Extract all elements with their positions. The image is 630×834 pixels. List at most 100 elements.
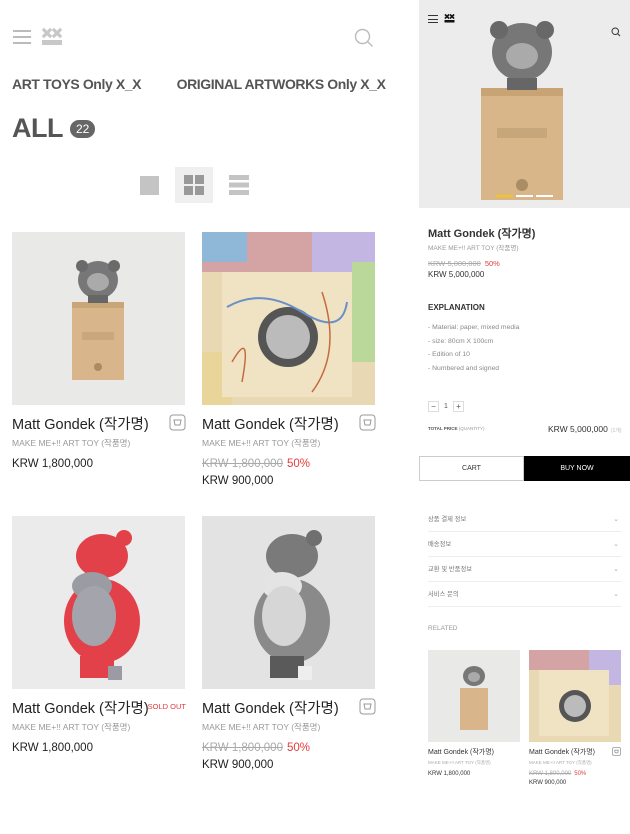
- product-name[interactable]: Matt Gondek (작가명): [202, 413, 339, 434]
- chevron-down-icon: ⌄: [613, 591, 619, 598]
- category-tab-original-artworks[interactable]: ORIGINAL ARTWORKS Only X_X: [177, 76, 386, 92]
- view-list-button[interactable]: [220, 167, 258, 203]
- accordion-label: 서비스 문의: [428, 591, 459, 598]
- quantity-increase-button[interactable]: +: [453, 401, 464, 412]
- product-subtitle: MAKE ME+!! ART TOY (작품명): [12, 438, 131, 448]
- page-title: ALL: [12, 113, 63, 143]
- original-price: KRW 1,800,000: [202, 742, 283, 754]
- related-product-card[interactable]: Matt Gondek (작가명) MAKE ME+!! ART TOY (작품…: [428, 650, 520, 777]
- art-toy-box-image: [419, 0, 630, 208]
- cart-icon[interactable]: [359, 414, 376, 431]
- related-original-price: KRW 1,800,000: [529, 771, 572, 777]
- sale-price: KRW 900,000: [202, 475, 274, 487]
- related-product-name[interactable]: Matt Gondek (작가명): [428, 747, 494, 757]
- accordion-label: 배송정보: [428, 541, 452, 548]
- buy-now-button[interactable]: BUY NOW: [524, 456, 630, 481]
- accordion-exchange-return[interactable]: 교환 및 반품정보 ⌄: [428, 558, 621, 582]
- product-subtitle: MAKE ME+!! ART TOY (작품명): [202, 722, 321, 732]
- chevron-down-icon: ⌄: [613, 516, 619, 523]
- explanation-heading: EXPLANATION: [428, 303, 485, 312]
- slide-dot[interactable]: [496, 195, 513, 197]
- product-hero-image[interactable]: [419, 0, 630, 208]
- grid-view-icon: [184, 175, 204, 195]
- detail-line: - size: 80cm X 100cm: [428, 337, 494, 345]
- cart-icon[interactable]: [612, 747, 621, 756]
- category-tab-art-toys[interactable]: ART TOYS Only X_X: [12, 76, 141, 92]
- product-subtitle: MAKE ME+!! ART TOY (작품명): [12, 722, 131, 732]
- slide-dot[interactable]: [516, 195, 533, 197]
- total-price-value: KRW 5,000,000: [548, 424, 608, 434]
- chevron-down-icon: ⌄: [613, 541, 619, 548]
- cart-icon[interactable]: [359, 698, 376, 715]
- detail-discount-rate: 50%: [484, 259, 500, 268]
- related-product-subtitle: MAKE ME+!! ART TOY (작품명): [529, 760, 592, 765]
- brand-logo[interactable]: [444, 13, 455, 24]
- detail-sale-price: KRW 5,000,000: [428, 270, 485, 279]
- category-nav: ART TOYS Only X_X ORIGINAL ARTWORKS Only…: [12, 76, 395, 92]
- product-name[interactable]: Matt Gondek (작가명): [12, 697, 149, 718]
- product-card[interactable]: Matt Gondek (작가명) MAKE ME+!! ART TOY (작품…: [202, 516, 376, 771]
- quantity-decrease-button[interactable]: −: [428, 401, 439, 412]
- original-price: KRW 1,800,000: [202, 458, 283, 470]
- product-detail-view: Matt Gondek (작가명) MAKE ME+!! ART TOY (작품…: [419, 0, 630, 834]
- related-discount-rate: 50%: [574, 771, 587, 777]
- product-name[interactable]: Matt Gondek (작가명): [202, 697, 339, 718]
- menu-icon[interactable]: [13, 30, 31, 44]
- slide-dot[interactable]: [536, 195, 553, 197]
- accordion-label: 상품 결제 정보: [428, 516, 467, 523]
- search-icon[interactable]: [354, 28, 374, 48]
- brand-logo[interactable]: [41, 27, 63, 47]
- slide-indicator[interactable]: [496, 195, 553, 197]
- total-price: KRW 5,000,000 (1개): [548, 424, 622, 434]
- detail-line: - Numbered and signed: [428, 365, 500, 373]
- cart-icon[interactable]: [169, 414, 186, 431]
- related-product-card[interactable]: Matt Gondek (작가명) MAKE ME+!! ART TOY (작품…: [529, 650, 621, 786]
- list-view-icon: [229, 175, 249, 195]
- discount-rate: 50%: [286, 742, 311, 754]
- related-product-image[interactable]: [428, 650, 520, 742]
- product-image-art-toy-box[interactable]: [12, 232, 185, 405]
- add-to-cart-button[interactable]: CART: [419, 456, 524, 481]
- product-image-grey-panther-toy[interactable]: [202, 516, 375, 689]
- view-single-button[interactable]: [130, 167, 168, 203]
- discount-rate: 50%: [286, 458, 311, 470]
- chevron-down-icon: ⌄: [613, 566, 619, 573]
- product-price: KRW 1,800,000: [12, 458, 93, 470]
- related-product-image[interactable]: [529, 650, 621, 742]
- product-card[interactable]: Matt Gondek (작가명) SOLD OUT MAKE ME+!! AR…: [12, 516, 186, 754]
- product-name[interactable]: Matt Gondek (작가명): [12, 413, 149, 434]
- accordion-shipping-info[interactable]: 배송정보 ⌄: [428, 533, 621, 557]
- accordion-service-inquiry[interactable]: 서비스 문의 ⌄: [428, 583, 621, 607]
- detail-original-price: KRW 5,000,000: [428, 259, 481, 268]
- detail-line: - Material: paper, mixed media: [428, 324, 520, 331]
- sold-out-badge: SOLD OUT: [147, 702, 186, 711]
- accordion-payment-info[interactable]: 상품 결제 정보 ⌄: [428, 508, 621, 532]
- product-subtitle: MAKE ME+!! ART TOY (작품명): [202, 438, 321, 448]
- explanation-details: - Material: paper, mixed media - size: 8…: [428, 321, 519, 376]
- item-count-badge: 22: [69, 119, 96, 138]
- product-card[interactable]: Matt Gondek (작가명) MAKE ME+!! ART TOY (작품…: [12, 232, 186, 470]
- total-price-label: TOTAL PRICE (QUANTITY): [428, 426, 485, 431]
- accordion-label: 교환 및 반품정보: [428, 566, 473, 573]
- related-sale-price: KRW 900,000: [529, 780, 567, 786]
- related-product-price: KRW 1,800,000: [428, 771, 471, 777]
- detail-product-subtitle: MAKE ME+!! ART TOY (작품명): [428, 245, 519, 252]
- total-price-label-text: TOTAL PRICE: [428, 426, 458, 431]
- quantity-value[interactable]: 1: [439, 403, 453, 410]
- menu-icon[interactable]: [428, 15, 438, 23]
- product-card[interactable]: Matt Gondek (작가명) MAKE ME+!! ART TOY (작품…: [202, 232, 376, 487]
- related-product-subtitle: MAKE ME+!! ART TOY (작품명): [428, 760, 491, 765]
- product-image-artwork-collage[interactable]: [202, 232, 375, 405]
- detail-product-name: Matt Gondek (작가명): [428, 228, 536, 240]
- product-image-pink-panther-toy[interactable]: [12, 516, 185, 689]
- detail-line: - Edition of 10: [428, 351, 470, 359]
- related-product-name[interactable]: Matt Gondek (작가명): [529, 747, 595, 757]
- sale-price: KRW 900,000: [202, 759, 274, 771]
- view-grid-button[interactable]: [175, 167, 213, 203]
- search-icon[interactable]: [611, 27, 621, 37]
- product-price: KRW 1,800,000: [12, 742, 93, 754]
- quantity-stepper: − 1 +: [428, 401, 464, 412]
- total-count: (1개): [610, 428, 622, 434]
- total-quantity-label: (QUANTITY): [458, 426, 485, 431]
- related-heading: RELATED: [428, 625, 458, 632]
